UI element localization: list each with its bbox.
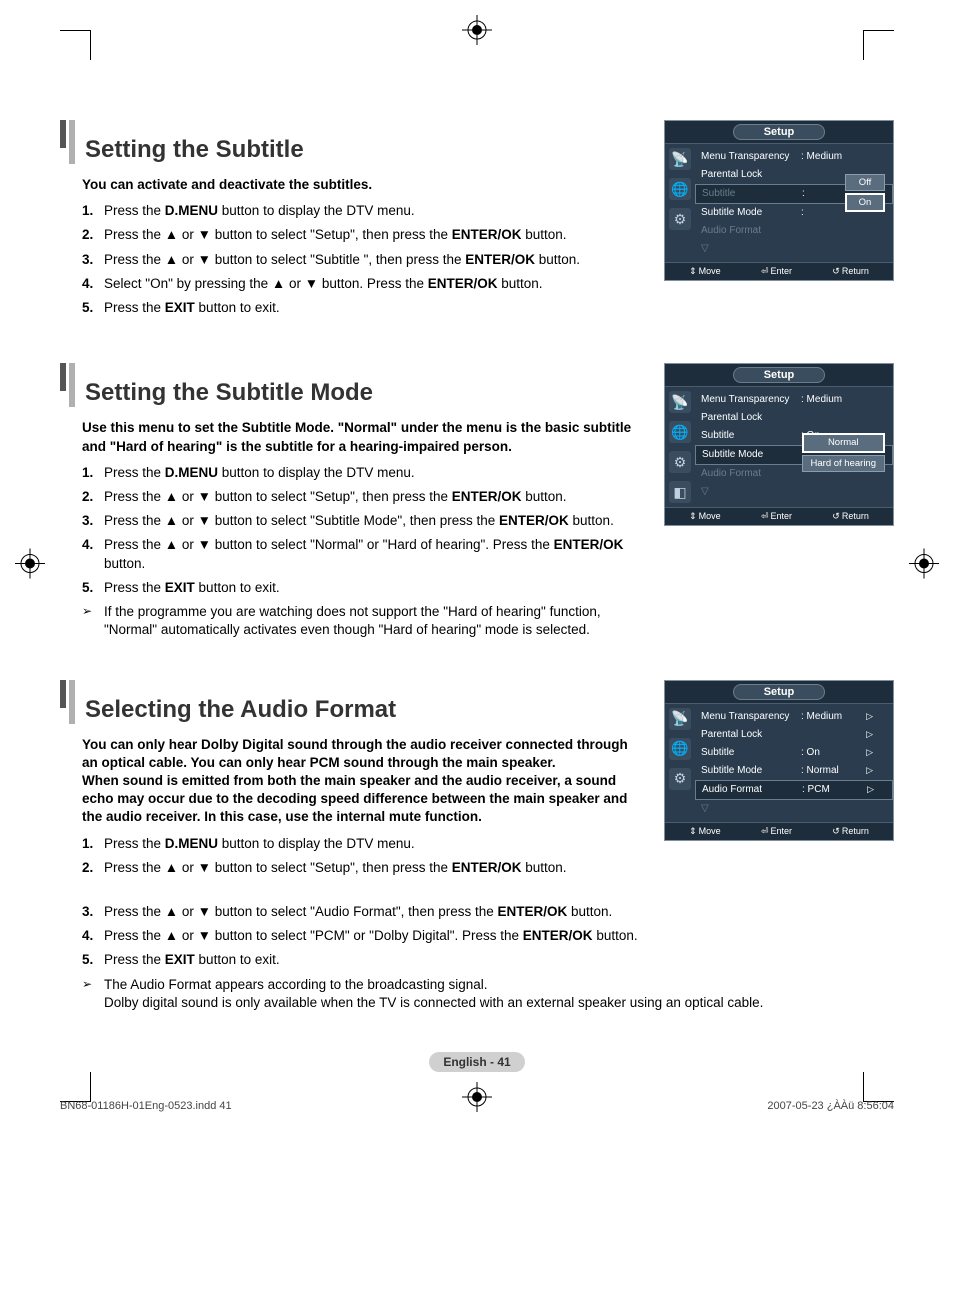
step-item: Press the ▲ or ▼ button to select "Audio… [82,903,894,921]
osd-title: Setup [733,367,826,383]
osd-row: Subtitle: On▷ [701,744,887,762]
step-item: Press the EXIT button to exit. [82,951,894,969]
osd-row: Subtitle Mode: Normal▷ [701,762,887,780]
section-title: Setting the Subtitle [85,136,304,164]
osd-antenna-icon: 📡 [669,708,691,730]
section-heading: Setting the Subtitle [60,120,644,164]
osd-antenna-icon: 📡 [669,148,691,170]
osd-title: Setup [733,124,826,140]
osd-option-selected: On [845,193,885,212]
osd-setup-screenshot: Setup 📡 🌐 ⚙ ◧ Menu Transparency: MediumP… [664,363,894,526]
section-title: Setting the Subtitle Mode [85,379,373,407]
steps-list-continued: Press the ▲ or ▼ button to select "Audio… [82,903,894,970]
step-item: Press the D.MENU button to display the D… [82,464,644,482]
osd-gear-icon: ⚙ [669,451,691,473]
osd-setup-screenshot: Setup 📡 🌐 ⚙ Menu Transparency: MediumPar… [664,120,894,281]
osd-row: Menu Transparency: Medium [701,148,887,166]
osd-footer-return: Return [832,826,869,837]
step-item: Press the D.MENU button to display the D… [82,202,644,220]
note-item: The Audio Format appears according to th… [82,976,894,1012]
steps-list: Press the D.MENU button to display the D… [82,464,644,597]
osd-footer-return: Return [832,266,869,277]
note-item: If the programme you are watching does n… [82,603,644,639]
print-footer: BN68-01186H-01Eng-0523.indd 41 2007-05-2… [0,1100,954,1112]
section-intro: You can activate and deactivate the subt… [82,176,644,194]
page-number: English - 41 [429,1052,524,1072]
manual-page: Setting the Subtitle You can activate an… [0,0,954,1132]
osd-setup-screenshot: Setup 📡 🌐 ⚙ Menu Transparency: Medium▷Pa… [664,680,894,841]
page-number-pill: English - 41 [60,1052,894,1072]
osd-globe-icon: 🌐 [669,178,691,200]
step-item: Press the ▲ or ▼ button to select "PCM" … [82,927,894,945]
steps-list: Press the D.MENU button to display the D… [82,835,644,877]
osd-antenna-icon: 📡 [669,391,691,413]
osd-highlight-row: Audio Format: PCM▷ [695,780,893,800]
osd-globe-icon: 🌐 [669,738,691,760]
osd-row: Menu Transparency: Medium [701,391,887,409]
steps-list: Press the D.MENU button to display the D… [82,202,644,317]
osd-footer-return: Return [832,511,869,522]
footer-timestamp: 2007-05-23 ¿ÀÀü 8:56:04 [767,1100,894,1112]
section-intro: You can only hear Dolby Digital sound th… [82,736,644,827]
step-item: Press the ▲ or ▼ button to select "Setup… [82,488,644,506]
osd-option: Normal [802,433,885,452]
section-heading: Selecting the Audio Format [60,680,644,724]
section-title: Selecting the Audio Format [85,696,396,724]
osd-footer-move: Move [689,266,721,277]
step-item: Press the ▲ or ▼ button to select "Subti… [82,512,644,530]
osd-footer-move: Move [689,826,721,837]
osd-globe-icon: 🌐 [669,421,691,443]
osd-gear-icon: ⚙ [669,768,691,790]
step-item: Select "On" by pressing the ▲ or ▼ butto… [82,275,644,293]
footer-filename: BN68-01186H-01Eng-0523.indd 41 [60,1100,232,1112]
step-item: Press the ▲ or ▼ button to select "Subti… [82,251,644,269]
step-item: Press the EXIT button to exit. [82,299,644,317]
step-item: Press the EXIT button to exit. [82,579,644,597]
osd-option: Off [845,174,885,191]
step-item: Press the ▲ or ▼ button to select "Norma… [82,536,644,572]
osd-footer-enter: Enter [761,511,792,522]
step-item: Press the D.MENU button to display the D… [82,835,644,853]
step-item: Press the ▲ or ▼ button to select "Setup… [82,859,644,877]
osd-option-stack: Normal Hard of hearing [800,433,885,471]
osd-footer-enter: Enter [761,266,792,277]
osd-row: Menu Transparency: Medium▷ [701,708,887,726]
section-heading: Setting the Subtitle Mode [60,363,644,407]
osd-title: Setup [733,684,826,700]
section-intro: Use this menu to set the Subtitle Mode. … [82,419,644,455]
osd-footer-move: Move [689,511,721,522]
osd-option-stack: Off On [843,174,885,212]
step-item: Press the ▲ or ▼ button to select "Setup… [82,226,644,244]
osd-row: Parental Lock▷ [701,726,887,744]
osd-more-icon: ◧ [669,481,691,503]
osd-option: Hard of hearing [802,455,885,472]
osd-row: Parental Lock [701,409,887,427]
osd-row: Audio Format [701,222,887,240]
osd-footer-enter: Enter [761,826,792,837]
osd-gear-icon: ⚙ [669,208,691,230]
